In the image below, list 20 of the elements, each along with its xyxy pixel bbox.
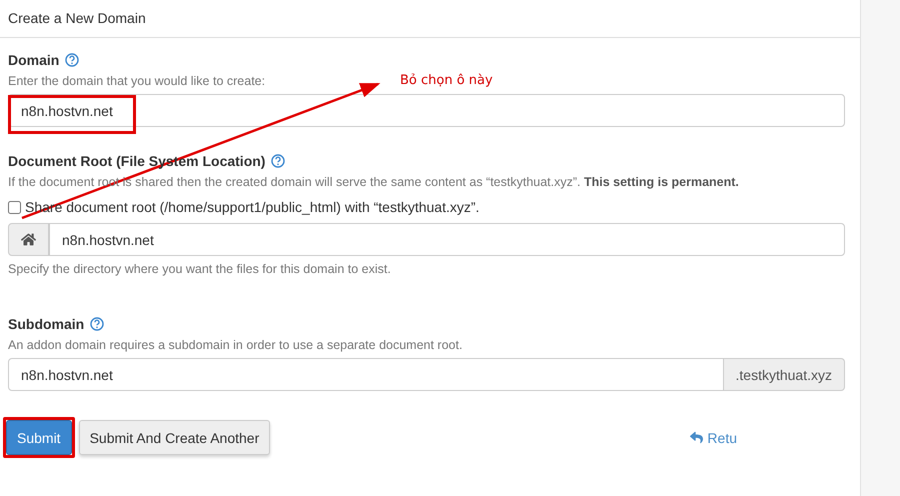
home-icon: [21, 232, 36, 247]
field-hint: An addon domain requires a subdomain in order to use a separate document root.: [8, 338, 462, 352]
domain-input[interactable]: n8n.hostvn.net: [8, 94, 845, 127]
share-checkbox[interactable]: [8, 200, 21, 214]
annotation-text: Bỏ chọn ô này: [400, 73, 493, 88]
reply-icon: [690, 431, 704, 444]
field-label: Domain: [8, 52, 60, 68]
field-label: Subdomain: [8, 316, 84, 332]
help-icon[interactable]: [90, 317, 104, 331]
panel-title: Create a New Domain: [0, 0, 860, 38]
field-hint: Enter the domain that you would like to create:: [8, 74, 266, 88]
field-hint: Specify the directory where you want the files for this domain to exist.: [8, 262, 391, 276]
submit-button[interactable]: Submit: [6, 420, 72, 455]
return-link[interactable]: Retu: [690, 430, 737, 446]
domain-suffix: .testkythuat.xyz: [724, 358, 845, 391]
help-icon[interactable]: [271, 154, 286, 168]
submit-another-button[interactable]: Submit And Create Another: [78, 420, 270, 455]
help-icon[interactable]: [65, 53, 80, 67]
document-root-input[interactable]: n8n.hostvn.net: [49, 223, 845, 256]
subdomain-input[interactable]: n8n.hostvn.net: [8, 358, 724, 391]
